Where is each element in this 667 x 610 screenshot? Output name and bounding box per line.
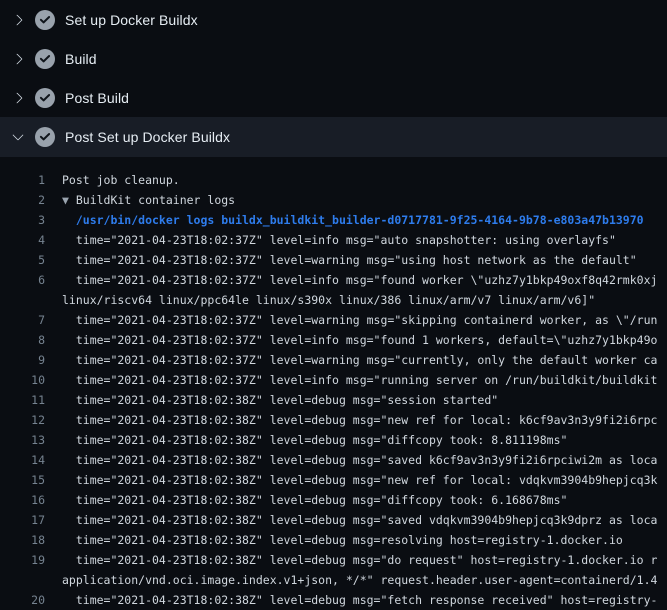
log-line-text: time="2021-04-23T18:02:37Z" level=info m… (62, 373, 657, 387)
line-number[interactable]: 19 (0, 553, 45, 567)
log-line: 10 time="2021-04-23T18:02:37Z" level=inf… (0, 370, 667, 390)
log-line-text[interactable]: ▼ BuildKit container logs (62, 193, 235, 207)
group-collapse-triangle-icon[interactable]: ▼ (62, 193, 76, 207)
log-line-text: time="2021-04-23T18:02:37Z" level=warnin… (62, 253, 637, 267)
log-line: 7 time="2021-04-23T18:02:37Z" level=warn… (0, 310, 667, 330)
log-group-header-line: 2 ▼ BuildKit container logs (0, 190, 667, 210)
line-number[interactable]: 17 (0, 513, 45, 527)
log-line-text: time="2021-04-23T18:02:37Z" level=info m… (62, 333, 657, 347)
job-log-viewer: Set up Docker Buildx Build Post Build Po… (0, 0, 667, 610)
log-line-text: time="2021-04-23T18:02:38Z" level=debug … (62, 433, 567, 447)
log-line: 16 time="2021-04-23T18:02:38Z" level=deb… (0, 490, 667, 510)
log-line: 17 time="2021-04-23T18:02:38Z" level=deb… (0, 510, 667, 530)
log-line-text: time="2021-04-23T18:02:38Z" level=debug … (62, 453, 657, 467)
log-line-text: time="2021-04-23T18:02:38Z" level=debug … (62, 413, 657, 427)
log-line: 12 time="2021-04-23T18:02:38Z" level=deb… (0, 410, 667, 430)
line-number[interactable]: 9 (0, 353, 45, 367)
log-line: 20 time="2021-04-23T18:02:38Z" level=deb… (0, 590, 667, 610)
log-line: 1 Post job cleanup. (0, 170, 667, 190)
log-line: 18 time="2021-04-23T18:02:38Z" level=deb… (0, 530, 667, 550)
check-circle-icon (35, 88, 55, 108)
step-header-set-up-docker-buildx[interactable]: Set up Docker Buildx (0, 0, 667, 39)
chevron-right-icon (13, 93, 23, 103)
log-line: application/vnd.oci.image.index.v1+json,… (0, 570, 667, 590)
log-line: 9 time="2021-04-23T18:02:37Z" level=warn… (0, 350, 667, 370)
log-command-line: 3 /usr/bin/docker logs buildx_buildkit_b… (0, 210, 667, 230)
line-number[interactable]: 7 (0, 313, 45, 327)
line-number[interactable]: 8 (0, 333, 45, 347)
chevron-down-icon (13, 132, 23, 142)
step-title: Build (65, 51, 97, 67)
line-number[interactable]: 6 (0, 273, 45, 287)
log-line: 4 time="2021-04-23T18:02:37Z" level=info… (0, 230, 667, 250)
log-line-text: time="2021-04-23T18:02:38Z" level=debug … (62, 393, 498, 407)
check-circle-icon (35, 10, 55, 30)
check-circle-icon (35, 127, 55, 147)
line-number[interactable]: 15 (0, 473, 45, 487)
step-header-post-set-up-docker-buildx[interactable]: Post Set up Docker Buildx (0, 117, 667, 157)
log-line-text: time="2021-04-23T18:02:37Z" level=info m… (62, 273, 657, 287)
chevron-right-icon (13, 15, 23, 25)
log-line-text: time="2021-04-23T18:02:38Z" level=debug … (62, 553, 657, 567)
step-list: Set up Docker Buildx Build Post Build Po… (0, 0, 667, 157)
log-line-text: time="2021-04-23T18:02:37Z" level=warnin… (62, 313, 657, 327)
log-line: 6 time="2021-04-23T18:02:37Z" level=info… (0, 270, 667, 290)
log-line-text: time="2021-04-23T18:02:37Z" level=warnin… (62, 353, 657, 367)
line-number[interactable]: 16 (0, 493, 45, 507)
log-line-text: time="2021-04-23T18:02:38Z" level=debug … (62, 533, 623, 547)
step-header-post-build[interactable]: Post Build (0, 78, 667, 117)
step-title: Set up Docker Buildx (65, 12, 198, 28)
log-line-text: time="2021-04-23T18:02:37Z" level=info m… (62, 233, 616, 247)
check-circle-icon (35, 49, 55, 69)
line-number[interactable]: 4 (0, 233, 45, 247)
line-number[interactable]: 5 (0, 253, 45, 267)
line-number[interactable]: 20 (0, 593, 45, 607)
log-line: 8 time="2021-04-23T18:02:37Z" level=info… (0, 330, 667, 350)
line-number[interactable]: 13 (0, 433, 45, 447)
log-line: 15 time="2021-04-23T18:02:38Z" level=deb… (0, 470, 667, 490)
log-line-text: Post job cleanup. (62, 173, 180, 187)
line-number[interactable]: 10 (0, 373, 45, 387)
line-number[interactable]: 3 (0, 213, 45, 227)
log-line-text: time="2021-04-23T18:02:38Z" level=debug … (62, 493, 567, 507)
step-title: Post Build (65, 90, 129, 106)
line-number[interactable]: 14 (0, 453, 45, 467)
line-number[interactable]: 2 (0, 193, 45, 207)
step-title: Post Set up Docker Buildx (65, 129, 230, 145)
log-line-text: /usr/bin/docker logs buildx_buildkit_bui… (62, 213, 644, 227)
log-line-text: time="2021-04-23T18:02:38Z" level=debug … (62, 513, 657, 527)
line-number[interactable]: 18 (0, 533, 45, 547)
chevron-right-icon (13, 54, 23, 64)
log-line: 11 time="2021-04-23T18:02:38Z" level=deb… (0, 390, 667, 410)
log-line-text: linux/riscv64 linux/ppc64le linux/s390x … (62, 293, 595, 307)
log-line-text: time="2021-04-23T18:02:38Z" level=debug … (62, 473, 657, 487)
step-header-build[interactable]: Build (0, 39, 667, 78)
log-line: 13 time="2021-04-23T18:02:38Z" level=deb… (0, 430, 667, 450)
log-line-text: time="2021-04-23T18:02:38Z" level=debug … (62, 593, 657, 607)
log-line: 14 time="2021-04-23T18:02:38Z" level=deb… (0, 450, 667, 470)
log-line: linux/riscv64 linux/ppc64le linux/s390x … (0, 290, 667, 310)
line-number[interactable]: 11 (0, 393, 45, 407)
log-line: 5 time="2021-04-23T18:02:37Z" level=warn… (0, 250, 667, 270)
log-line: 19 time="2021-04-23T18:02:38Z" level=deb… (0, 550, 667, 570)
line-number[interactable]: 1 (0, 173, 45, 187)
line-number[interactable]: 12 (0, 413, 45, 427)
log-panel: 1 Post job cleanup. 2 ▼ BuildKit contain… (0, 157, 667, 610)
log-line-text: application/vnd.oci.image.index.v1+json,… (62, 573, 657, 587)
